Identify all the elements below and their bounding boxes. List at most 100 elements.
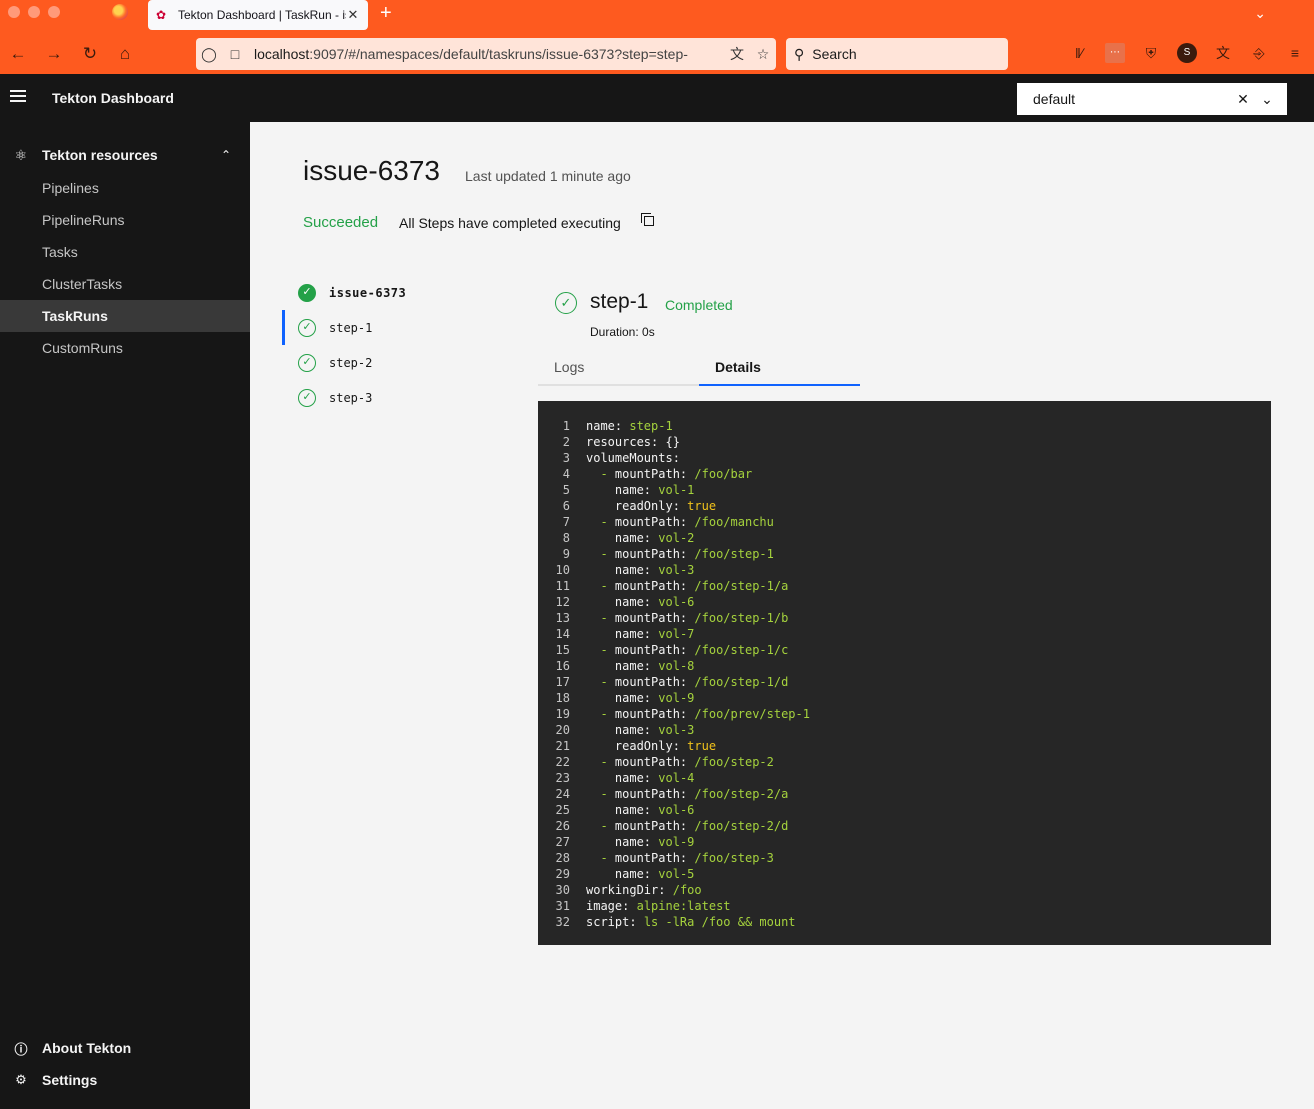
sidebar-item-clustertasks[interactable]: ClusterTasks [0, 268, 250, 300]
code-value: vol-6 [658, 595, 695, 609]
menu-icon[interactable]: ≡ [1285, 43, 1305, 63]
line-number: 10 [555, 563, 570, 577]
code-key: name: [614, 659, 652, 673]
browser-nav-bar: ← → ↻ ⌂ ◯ □ localhost:9097/#/namespaces/… [0, 34, 1314, 84]
line-number: 15 [555, 643, 570, 657]
tekton-favicon-icon: ✿ [156, 8, 167, 22]
line-number: 32 [555, 915, 570, 929]
code-key: name: [586, 419, 623, 433]
sidebar-item-taskruns[interactable]: TaskRuns [0, 300, 250, 332]
tree-item-step-1[interactable]: ✓ step-1 [282, 310, 502, 345]
code-value: true [687, 739, 717, 753]
profile-avatar[interactable]: S [1177, 43, 1197, 63]
sidebar-section-tekton-resources[interactable]: ⚛ Tekton resources ⌃ [0, 142, 250, 168]
code-value: /foo/step-2/d [694, 819, 789, 833]
extension-icon[interactable]: ⋯ [1105, 43, 1125, 63]
code-line: 6 readOnly: true [538, 498, 1271, 514]
list-all-tabs-chevron-icon[interactable]: ⌄ [1254, 5, 1266, 22]
app-title[interactable]: Tekton Dashboard [52, 90, 174, 106]
url-host: localhost [254, 46, 310, 62]
code-value: /foo/prev/step-1 [694, 707, 810, 721]
clear-selection-icon[interactable]: ✕ [1231, 91, 1255, 108]
code-line: 31 image: alpine:latest [538, 898, 1271, 914]
code-line: 14 name: vol-7 [538, 626, 1271, 642]
code-key: readOnly: [614, 499, 680, 513]
sidebar-item-customruns[interactable]: CustomRuns [0, 332, 250, 364]
main-content: issue-6373 Last updated 1 minute ago Suc… [250, 122, 1314, 1109]
code-content: image: alpine:latest [570, 898, 731, 914]
code-line: 28 - mountPath: /foo/step-3 [538, 850, 1271, 866]
status-badge: Succeeded [303, 214, 379, 231]
window-zoom-button[interactable] [48, 6, 60, 18]
tab-close-icon[interactable]: ✕ [346, 7, 360, 23]
extensions-puzzle-icon[interactable]: ⎆ [1249, 43, 1269, 63]
code-content: name: vol-3 [570, 722, 694, 738]
reload-icon[interactable]: ↻ [80, 44, 100, 64]
code-value: step-1 [629, 419, 673, 433]
tree-item-step-2[interactable]: ✓ step-2 [282, 345, 502, 380]
line-number: 1 [562, 419, 570, 433]
sidebar-settings[interactable]: ⚙ Settings [0, 1064, 250, 1096]
code-key: mountPath: [614, 547, 688, 561]
code-line: 22 - mountPath: /foo/step-2 [538, 754, 1271, 770]
sidebar-item-tasks[interactable]: Tasks [0, 236, 250, 268]
code-line: 10 name: vol-3 [538, 562, 1271, 578]
info-icon: ⓘ [14, 1041, 28, 1057]
shield-icon[interactable]: ◯ [196, 46, 222, 63]
url-text[interactable]: localhost:9097/#/namespaces/default/task… [248, 46, 724, 62]
url-bar[interactable]: ◯ □ localhost:9097/#/namespaces/default/… [196, 38, 776, 70]
namespace-dropdown[interactable]: default ✕ ⌄ [1017, 83, 1287, 115]
code-content: name: vol-6 [570, 802, 694, 818]
code-content: volumeMounts: [570, 450, 687, 466]
sidebar-item-pipelineruns[interactable]: PipelineRuns [0, 204, 250, 236]
translate-extension-icon[interactable]: 文 [1213, 43, 1233, 63]
home-icon[interactable]: ⌂ [115, 44, 135, 64]
code-key: mountPath: [614, 707, 688, 721]
line-number: 24 [555, 787, 570, 801]
line-number: 29 [555, 867, 570, 881]
code-content: name: vol-9 [570, 834, 694, 850]
library-icon[interactable]: ‖∕ [1069, 43, 1089, 63]
tree-item-taskrun[interactable]: ✓ issue-6373 [282, 275, 502, 310]
new-tab-button[interactable]: + [380, 2, 392, 25]
chevron-up-icon[interactable]: ⌃ [202, 148, 250, 162]
forward-arrow-icon[interactable]: → [44, 44, 64, 64]
translate-icon[interactable]: 文 [724, 44, 750, 64]
copy-icon[interactable] [641, 213, 655, 227]
back-arrow-icon[interactable]: ← [8, 44, 28, 64]
window-minimize-button[interactable] [28, 6, 40, 18]
window-close-button[interactable] [8, 6, 20, 18]
browser-tab-active[interactable]: ✿ Tekton Dashboard | TaskRun - is ✕ [148, 0, 368, 30]
tekton-robot-icon: ⚛ [14, 146, 28, 163]
code-content: name: vol-5 [570, 866, 694, 882]
code-line: 11 - mountPath: /foo/step-1/a [538, 578, 1271, 594]
code-value: vol-2 [658, 531, 695, 545]
step-status: Completed [665, 297, 733, 313]
code-key: name: [614, 627, 652, 641]
ublock-icon[interactable]: ⛨ [1141, 43, 1161, 63]
code-content: - mountPath: /foo/prev/step-1 [570, 706, 810, 722]
code-value: /foo/step-2/a [694, 787, 789, 801]
code-line: 27 name: vol-9 [538, 834, 1271, 850]
code-key: name: [614, 531, 652, 545]
code-value: alpine:latest [636, 899, 731, 913]
browser-search-bar[interactable]: ⚲ Search [786, 38, 1008, 70]
code-value: vol-9 [658, 835, 695, 849]
bookmark-star-icon[interactable]: ☆ [750, 46, 776, 63]
tree-item-step-3[interactable]: ✓ step-3 [282, 380, 502, 415]
code-line: 23 name: vol-4 [538, 770, 1271, 786]
sidebar-item-pipelines[interactable]: Pipelines [0, 172, 250, 204]
code-content: resources: {} [570, 434, 680, 450]
sidebar-about-tekton[interactable]: ⓘ About Tekton [0, 1032, 250, 1064]
code-value: vol-4 [658, 771, 695, 785]
chevron-down-icon[interactable]: ⌄ [1255, 91, 1279, 108]
tab-details[interactable]: Details [699, 352, 860, 386]
code-value: /foo/step-1/d [694, 675, 789, 689]
hamburger-menu-icon[interactable] [10, 90, 26, 104]
tab-logs[interactable]: Logs [538, 352, 699, 386]
code-value: vol-9 [658, 691, 695, 705]
